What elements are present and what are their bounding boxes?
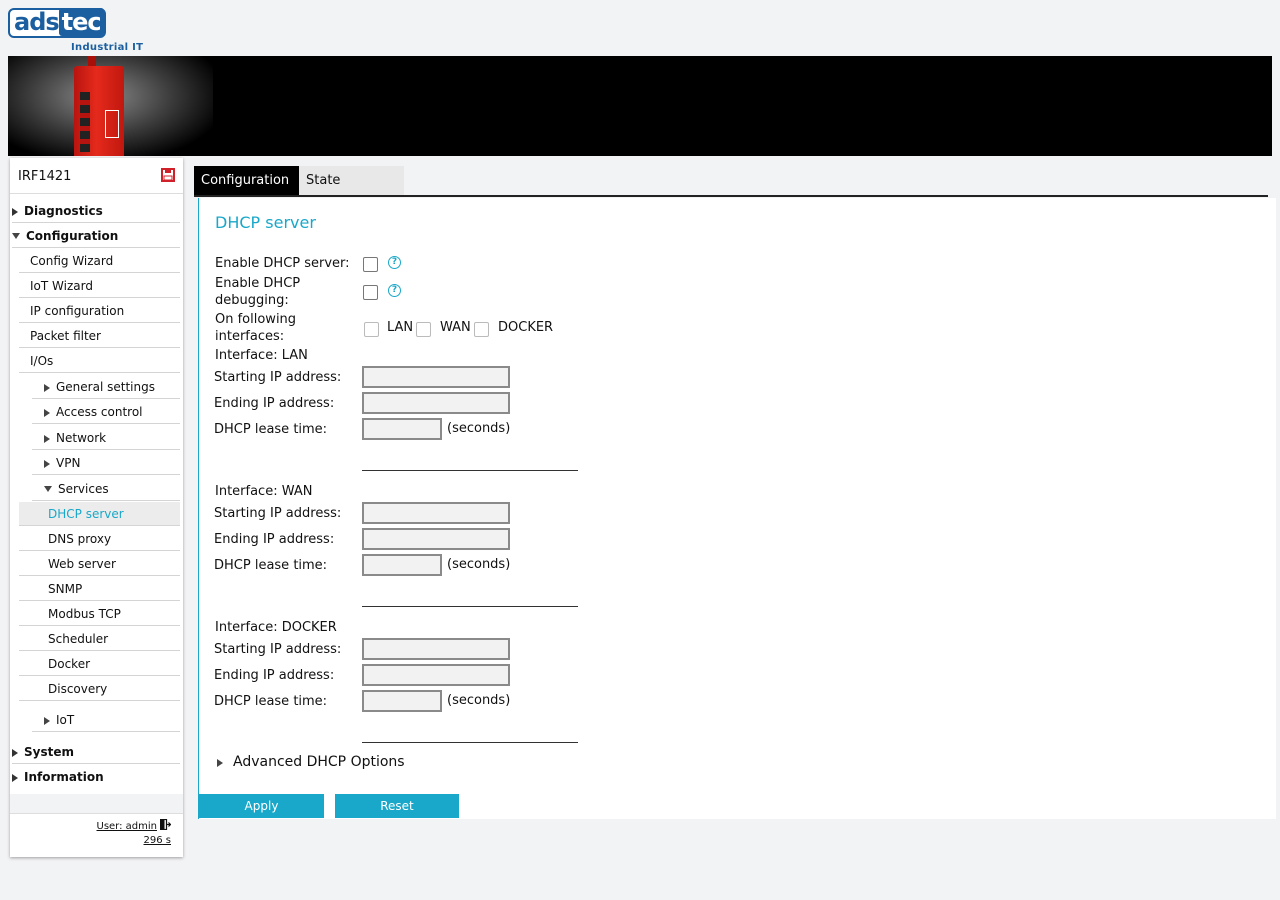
logout-icon[interactable] <box>160 819 171 830</box>
logo-wordmark: ads tec <box>8 8 106 38</box>
sidebar-item-docker[interactable]: Docker <box>19 652 180 676</box>
enable-debug-label: Enable DHCP debugging: <box>215 276 301 308</box>
enable-debug-checkbox[interactable] <box>363 285 378 300</box>
wan-lease-time-label: DHCP lease time: <box>214 558 328 573</box>
lan-ending-ip-label: Ending IP address: <box>214 396 335 411</box>
sidebar-item-diagnostics[interactable]: Diagnostics <box>12 199 180 223</box>
logo-tagline: Industrial IT <box>71 42 144 53</box>
interface-docker-label: DOCKER <box>498 320 554 335</box>
wan-lease-time-input[interactable] <box>362 554 442 576</box>
header-banner <box>8 56 1272 156</box>
enable-dhcp-label: Enable DHCP server: <box>215 256 350 271</box>
expand-arrow-icon <box>44 435 50 443</box>
wan-seconds-unit: (seconds) <box>447 557 511 572</box>
sidebar-item-scheduler[interactable]: Scheduler <box>19 627 180 651</box>
docker-section-header: Interface: DOCKER <box>215 620 337 635</box>
section-separator <box>362 742 578 743</box>
interface-docker-checkbox[interactable] <box>474 322 489 337</box>
apply-button[interactable]: Apply <box>199 794 324 818</box>
lan-lease-time-label: DHCP lease time: <box>214 422 328 437</box>
session-timer[interactable]: 296 s <box>144 835 171 846</box>
expand-arrow-icon <box>217 759 223 767</box>
sidebar-item-access-control[interactable]: Access control <box>32 400 180 424</box>
tab-state[interactable]: State <box>299 166 404 196</box>
sidebar-navigation: IRF1421 Diagnostics Configuration Config… <box>10 158 183 857</box>
docker-starting-ip-label: Starting IP address: <box>214 642 342 657</box>
collapse-arrow-icon <box>12 233 20 239</box>
ads-tec-logo: ads tec Industrial IT <box>8 8 143 54</box>
sidebar-item-network[interactable]: Network <box>32 426 180 450</box>
section-separator <box>362 470 578 471</box>
lan-section-header: Interface: LAN <box>215 348 308 363</box>
sidebar-item-services[interactable]: Services <box>32 477 180 501</box>
sidebar-footer: User: admin 296 s <box>10 794 183 857</box>
sidebar-item-vpn[interactable]: VPN <box>32 451 180 475</box>
sidebar-item-ip-configuration[interactable]: IP configuration <box>19 299 180 323</box>
interface-wan-checkbox[interactable] <box>416 322 431 337</box>
logo-brand-b: tec <box>58 8 104 36</box>
docker-ending-ip-input[interactable] <box>362 664 510 686</box>
sidebar-item-system[interactable]: System <box>12 740 180 764</box>
wan-ending-ip-label: Ending IP address: <box>214 532 335 547</box>
tab-divider <box>194 195 1268 197</box>
interface-lan-label: LAN <box>387 320 414 335</box>
main-content: DHCP server Enable DHCP server: ? Enable… <box>198 198 1276 819</box>
session-info: User: admin 296 s <box>10 813 183 857</box>
sidebar-item-config-wizard[interactable]: Config Wizard <box>19 249 180 273</box>
docker-starting-ip-input[interactable] <box>362 638 510 660</box>
sidebar-item-iot-wizard[interactable]: IoT Wizard <box>19 274 180 298</box>
router-device-image <box>74 66 124 156</box>
device-name: IRF1421 <box>18 169 72 184</box>
sidebar-item-configuration[interactable]: Configuration <box>12 224 180 248</box>
sidebar-item-discovery[interactable]: Discovery <box>19 677 180 701</box>
docker-seconds-unit: (seconds) <box>447 693 511 708</box>
wan-starting-ip-label: Starting IP address: <box>214 506 342 521</box>
docker-ending-ip-label: Ending IP address: <box>214 668 335 683</box>
tab-configuration[interactable]: Configuration <box>194 166 299 196</box>
collapse-arrow-icon <box>44 486 52 492</box>
expand-arrow-icon <box>44 717 50 725</box>
save-icon[interactable] <box>161 168 175 182</box>
interface-lan-checkbox[interactable] <box>364 322 379 337</box>
sidebar-item-modbus-tcp[interactable]: Modbus TCP <box>19 602 180 626</box>
docker-lease-time-input[interactable] <box>362 690 442 712</box>
lan-ending-ip-input[interactable] <box>362 392 510 414</box>
help-icon[interactable]: ? <box>388 284 401 297</box>
enable-dhcp-checkbox[interactable] <box>363 257 378 272</box>
reset-button[interactable]: Reset <box>335 794 459 818</box>
lan-starting-ip-label: Starting IP address: <box>214 370 342 385</box>
device-name-row: IRF1421 <box>10 158 183 194</box>
expand-arrow-icon <box>44 460 50 468</box>
sidebar-item-dhcp-server[interactable]: DHCP server <box>19 502 180 526</box>
page-title: DHCP server <box>215 213 316 232</box>
lan-seconds-unit: (seconds) <box>447 421 511 436</box>
lan-starting-ip-input[interactable] <box>362 366 510 388</box>
sidebar-item-general-settings[interactable]: General settings <box>32 375 180 399</box>
interface-wan-label: WAN <box>440 320 471 335</box>
user-link[interactable]: User: admin <box>97 821 158 832</box>
wan-ending-ip-input[interactable] <box>362 528 510 550</box>
expand-arrow-icon <box>12 749 18 757</box>
expand-arrow-icon <box>44 409 50 417</box>
advanced-dhcp-options-toggle[interactable]: Advanced DHCP Options <box>217 754 405 770</box>
expand-arrow-icon <box>12 208 18 216</box>
sidebar-item-dns-proxy[interactable]: DNS proxy <box>19 527 180 551</box>
wan-section-header: Interface: WAN <box>215 484 313 499</box>
sidebar-item-snmp[interactable]: SNMP <box>19 577 180 601</box>
sidebar-item-information[interactable]: Information <box>12 765 180 789</box>
lan-lease-time-input[interactable] <box>362 418 442 440</box>
section-separator <box>362 606 578 607</box>
wan-starting-ip-input[interactable] <box>362 502 510 524</box>
logo-brand-a: ads <box>14 8 60 36</box>
sidebar-item-packet-filter[interactable]: Packet filter <box>19 324 180 348</box>
help-icon[interactable]: ? <box>388 256 401 269</box>
expand-arrow-icon <box>44 384 50 392</box>
sidebar-item-iot[interactable]: IoT <box>32 708 180 732</box>
sidebar-item-ios[interactable]: I/Os <box>19 349 180 373</box>
interfaces-label: On following interfaces: <box>215 312 297 344</box>
docker-lease-time-label: DHCP lease time: <box>214 694 328 709</box>
sidebar-item-web-server[interactable]: Web server <box>19 552 180 576</box>
expand-arrow-icon <box>12 774 18 782</box>
